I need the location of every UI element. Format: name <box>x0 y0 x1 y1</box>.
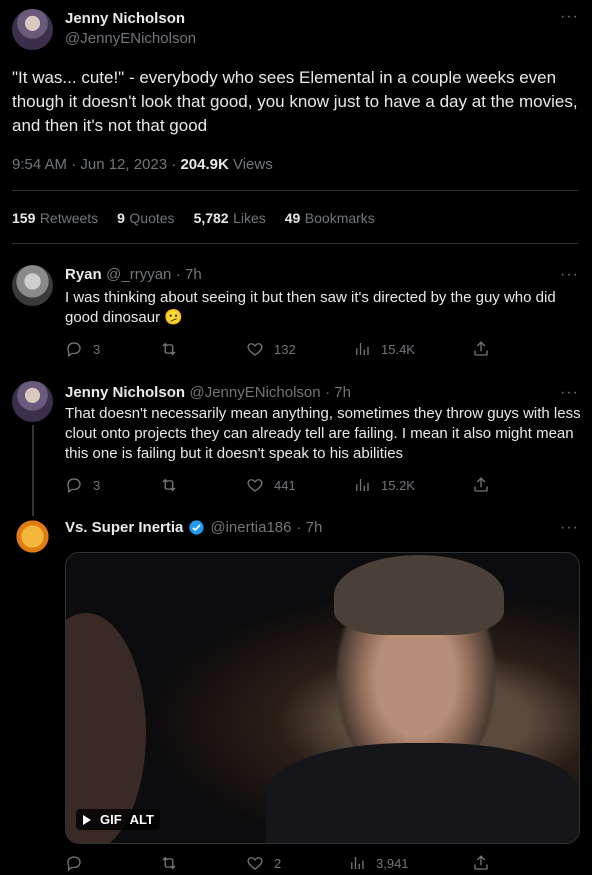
reply-text-content: I was thinking about seeing it but then … <box>65 289 556 326</box>
divider <box>12 190 578 191</box>
reply-avatar[interactable] <box>12 516 53 557</box>
like-button[interactable]: 2 <box>246 854 281 872</box>
share-button[interactable] <box>472 476 490 494</box>
like-button[interactable]: 132 <box>246 340 296 358</box>
gif-badge[interactable]: GIF ALT <box>76 809 160 830</box>
reply-time[interactable]: · 7h <box>296 519 322 536</box>
author-avatar[interactable] <box>12 9 53 50</box>
timestamp[interactable]: 9:54 AM · Jun 12, 2023 · <box>12 156 180 173</box>
heart-icon <box>247 857 263 870</box>
author-handle[interactable]: @JennyENicholson <box>65 30 196 47</box>
share-button[interactable] <box>472 340 490 358</box>
reply-author-name[interactable]: Ryan <box>65 266 102 283</box>
gif-figure-hair <box>334 555 504 635</box>
reply-time[interactable]: · 7h <box>325 384 351 401</box>
like-count: 2 <box>274 855 282 871</box>
reply-count: 3 <box>93 341 101 357</box>
views-count: 204.9K <box>180 156 229 173</box>
bookmarks-stat[interactable]: 49 Bookmarks <box>285 210 375 228</box>
retweets-stat[interactable]: 159 Retweets <box>12 210 98 228</box>
tweet-stats: 159 Retweets 9 Quotes 5,782 Likes 49 Boo… <box>12 210 375 228</box>
reply-count: 3 <box>93 477 101 493</box>
gif-media[interactable]: GIF ALT <box>65 552 580 844</box>
reply-author-handle[interactable]: @JennyENicholson <box>189 384 320 401</box>
play-icon <box>83 814 91 825</box>
verified-badge-icon <box>189 520 204 535</box>
retweet-icon <box>162 342 176 356</box>
reply-button[interactable]: 3 <box>65 340 100 358</box>
tweet-text: "It was... cute!" - everybody who sees E… <box>12 68 578 135</box>
gif-label: GIF <box>100 812 122 827</box>
share-icon <box>474 477 488 492</box>
reply-time[interactable]: · 7h <box>176 266 202 283</box>
reply-header: Jenny Nicholson @JennyENicholson · 7h <box>65 384 351 402</box>
reply-button[interactable] <box>65 854 93 872</box>
retweet-button[interactable] <box>160 340 188 358</box>
reply-author-name[interactable]: Jenny Nicholson <box>65 384 185 401</box>
view-count: 15.4K <box>381 341 415 357</box>
retweet-icon <box>162 478 176 492</box>
retweet-button[interactable] <box>160 854 188 872</box>
share-icon <box>474 855 488 870</box>
more-icon[interactable]: ··· <box>560 519 579 537</box>
retweet-button[interactable] <box>160 476 188 494</box>
like-count: 441 <box>274 477 296 493</box>
views-label: Views <box>228 156 273 173</box>
tweet-meta: 9:54 AM · Jun 12, 2023 · 204.9K Views <box>12 156 273 173</box>
reply-icon <box>67 856 81 872</box>
heart-icon <box>247 343 263 356</box>
share-button[interactable] <box>472 854 490 872</box>
reply-avatar[interactable] <box>12 381 53 422</box>
gif-figure-body <box>266 743 579 843</box>
view-count: 3,941 <box>376 855 409 871</box>
author-name[interactable]: Jenny Nicholson <box>65 10 185 27</box>
views-button[interactable]: 15.2K <box>353 476 415 494</box>
reply-header: Ryan @_rryyan · 7h <box>65 266 202 284</box>
view-count: 15.2K <box>381 477 415 493</box>
confused-face-emoji: 🫤 <box>164 309 183 326</box>
reply-author-handle[interactable]: @inertia186 <box>210 519 291 536</box>
thread-line <box>32 425 34 517</box>
analytics-icon <box>356 343 369 355</box>
retweet-icon <box>162 856 176 870</box>
likes-stat[interactable]: 5,782 Likes <box>194 210 266 228</box>
reply-text: I was thinking about seeing it but then … <box>65 288 580 328</box>
heart-icon <box>247 479 263 492</box>
more-icon[interactable]: ··· <box>560 8 579 26</box>
reply-author-name[interactable]: Vs. Super Inertia <box>65 519 183 536</box>
like-count: 132 <box>274 341 296 357</box>
reply-avatar[interactable] <box>12 265 53 306</box>
reply-text: That doesn't necessarily mean anything, … <box>65 405 581 462</box>
views-button[interactable]: 3,941 <box>348 854 409 872</box>
reply-button[interactable]: 3 <box>65 476 100 494</box>
analytics-icon <box>351 857 364 869</box>
reply-header: Vs. Super Inertia @inertia186 · 7h <box>65 519 322 536</box>
like-button[interactable]: 441 <box>246 476 296 494</box>
analytics-icon <box>356 479 369 491</box>
quotes-stat[interactable]: 9 Quotes <box>117 210 174 228</box>
reply-icon <box>67 342 81 358</box>
reply-author-handle[interactable]: @_rryyan <box>106 266 171 283</box>
alt-label[interactable]: ALT <box>130 812 154 827</box>
more-icon[interactable]: ··· <box>560 384 579 402</box>
share-icon <box>474 341 488 356</box>
reply-icon <box>67 478 81 494</box>
more-icon[interactable]: ··· <box>560 266 579 284</box>
views-button[interactable]: 15.4K <box>353 340 415 358</box>
divider <box>12 243 578 244</box>
